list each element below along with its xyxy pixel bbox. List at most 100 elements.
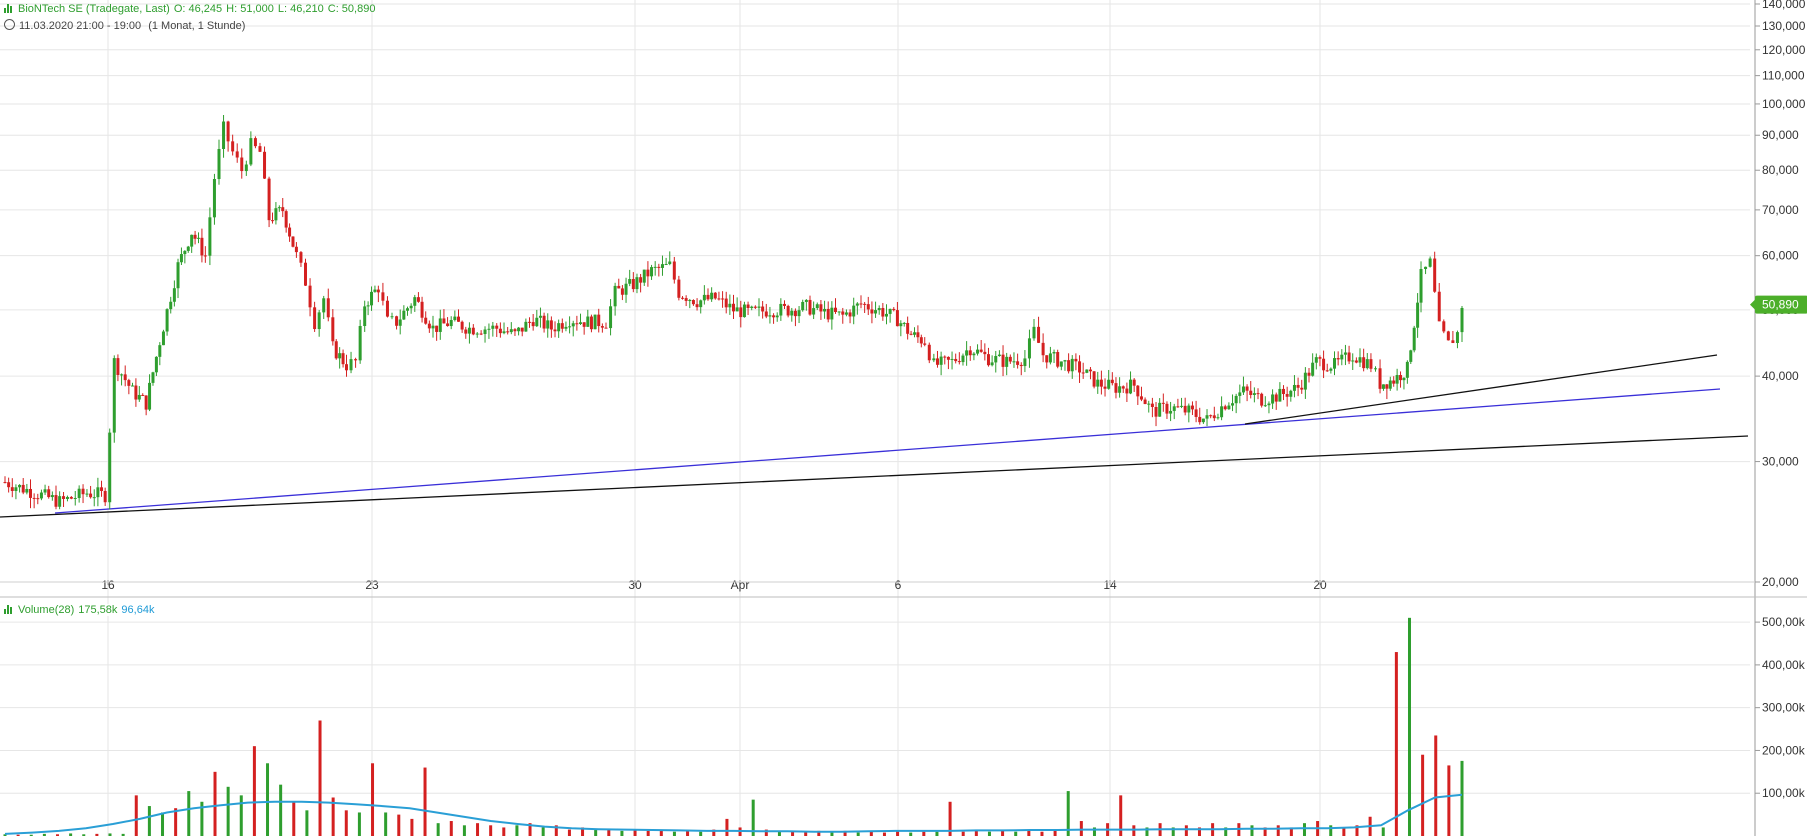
candle xyxy=(797,306,801,324)
candle xyxy=(579,313,583,325)
price-tick-label: 20,000 xyxy=(1762,575,1799,589)
candle-body xyxy=(1078,361,1082,373)
candle-body xyxy=(398,319,402,326)
candle xyxy=(604,322,608,329)
ohlc-high: H: 51,000 xyxy=(226,3,274,15)
candle xyxy=(946,356,950,370)
candle xyxy=(39,489,43,501)
candle xyxy=(672,256,676,284)
candle-body xyxy=(564,326,568,329)
candle xyxy=(427,320,431,333)
candle-body xyxy=(244,164,248,172)
candle-body xyxy=(25,488,29,493)
candle xyxy=(1005,352,1009,376)
volume-bar xyxy=(476,823,480,836)
candle-body xyxy=(1121,386,1125,389)
price-tick-label: 140,000 xyxy=(1762,0,1806,11)
candle xyxy=(402,305,406,321)
candle xyxy=(366,301,370,316)
candle-body xyxy=(841,311,845,315)
candle xyxy=(600,323,604,333)
price-tick-label: 130,000 xyxy=(1762,19,1806,33)
volume-bar xyxy=(725,818,729,836)
candle-body xyxy=(277,207,281,209)
candle xyxy=(1373,366,1377,372)
volume-label[interactable]: Volume(28) xyxy=(18,604,74,616)
candle-body xyxy=(557,323,561,332)
candle xyxy=(263,146,267,179)
volume-bar xyxy=(174,808,178,836)
candle-body xyxy=(326,298,330,318)
candle xyxy=(1378,359,1382,394)
candle-body xyxy=(435,325,439,332)
candle xyxy=(954,353,958,364)
candle-body xyxy=(979,349,983,352)
candle xyxy=(158,342,162,366)
candle-body xyxy=(10,487,14,491)
candle xyxy=(786,304,790,318)
candle-body xyxy=(1227,405,1231,410)
candle-body xyxy=(1292,384,1296,391)
candle-body xyxy=(1154,406,1158,417)
candle-body xyxy=(837,311,841,313)
candle xyxy=(123,365,127,387)
candle-body xyxy=(331,317,335,342)
candle xyxy=(85,489,89,497)
candle xyxy=(161,329,165,346)
candle-body xyxy=(575,323,579,325)
candle-body xyxy=(338,353,342,359)
candle xyxy=(1136,385,1140,406)
candle-body xyxy=(1392,380,1396,384)
candle-body xyxy=(267,178,271,221)
candle xyxy=(502,322,506,335)
candle xyxy=(684,295,688,307)
candle-body xyxy=(761,306,765,312)
price-tick-label: 40,000 xyxy=(1762,369,1799,383)
candle xyxy=(852,297,856,325)
candle-body xyxy=(1096,379,1100,387)
candle xyxy=(1234,393,1238,414)
candle xyxy=(203,246,207,263)
candle-body xyxy=(750,306,754,309)
volume-ma-value: 96,64k xyxy=(121,604,155,616)
chart-header: BioNTech SE (Tradegate, Last) O: 46,245 H:… xyxy=(4,3,379,15)
candle xyxy=(1322,350,1326,379)
candle-body xyxy=(1183,405,1187,413)
candle-body xyxy=(624,283,628,295)
candle-body xyxy=(899,323,903,327)
candle-body xyxy=(586,316,590,327)
candle xyxy=(870,301,874,324)
candle xyxy=(3,476,7,484)
candle xyxy=(906,316,910,340)
candle xyxy=(373,285,377,293)
candle xyxy=(1267,401,1271,414)
volume-bar xyxy=(1421,754,1425,836)
candle-body xyxy=(888,308,892,314)
candle-body xyxy=(1231,403,1235,406)
candle-body xyxy=(73,497,77,499)
candle-body xyxy=(100,487,104,491)
candle xyxy=(112,355,116,443)
stock-chart[interactable]: 20,00030,00040,00050,00060,00070,00080,0… xyxy=(0,0,1807,836)
candle-body xyxy=(1405,361,1409,378)
candle xyxy=(326,288,330,322)
candle xyxy=(1354,357,1358,364)
candle xyxy=(130,382,134,387)
candle-body xyxy=(742,304,746,318)
candle xyxy=(334,339,338,360)
volume-bar xyxy=(213,771,217,836)
candle-body xyxy=(1088,369,1092,372)
candle-body xyxy=(376,289,380,293)
instrument-title[interactable]: BioNTech SE (Tradegate, Last) xyxy=(18,3,170,15)
candle xyxy=(833,298,837,314)
candle-body xyxy=(688,300,692,302)
candle-body xyxy=(542,315,546,329)
candle xyxy=(506,327,510,335)
candle xyxy=(25,483,29,495)
candle-body xyxy=(600,326,604,328)
candle-body xyxy=(1201,418,1205,423)
time-range[interactable]: 11.03.2020 21:00 - 19:00 (1 Monat, 1 Stu… xyxy=(4,19,249,32)
candle-body xyxy=(1216,417,1220,419)
candle xyxy=(183,250,187,264)
candle xyxy=(58,491,62,510)
